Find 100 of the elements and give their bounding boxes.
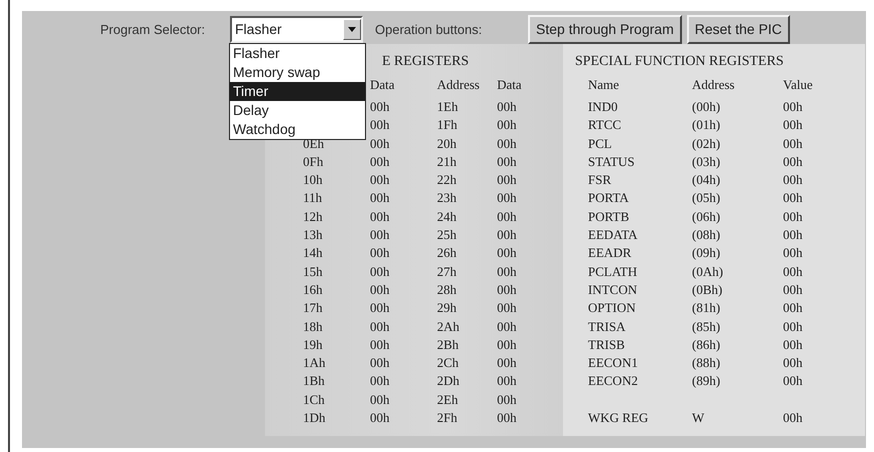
table-cell-text: 17h: [303, 299, 324, 318]
table-cell-text: PCL: [588, 134, 613, 153]
table-cell-text: 2Fh: [437, 409, 458, 428]
dropdown-option[interactable]: Timer: [230, 82, 365, 101]
table-cell-text: (08h): [692, 226, 722, 244]
table-cell-text: 00h: [783, 354, 804, 372]
table-cell-text: (03h): [692, 152, 722, 171]
dropdown-button[interactable]: [343, 19, 361, 40]
table-cell-text: 00h: [370, 336, 390, 354]
table-cell-text: FSR: [588, 171, 612, 190]
table-cell-text: 10h: [303, 171, 324, 190]
table-cell-text: 00h: [497, 152, 518, 171]
table-cell-text: 2Eh: [437, 390, 459, 409]
table-cell-text: 26h: [437, 244, 458, 262]
table-cell-text: 00h: [370, 318, 390, 336]
table-cell-text: 24h: [437, 208, 458, 226]
table-cell-text: WKG REG: [588, 409, 650, 428]
table-cell-text: 13h: [303, 226, 324, 244]
table-cell-text: 00h: [783, 244, 804, 262]
table-cell-text: 00h: [370, 116, 390, 134]
table-cell-text: (05h): [692, 189, 722, 208]
table-cell-text: 00h: [783, 134, 804, 153]
table-cell-text: 00h: [497, 372, 518, 390]
table-cell-text: (89h): [692, 372, 722, 390]
table-cell-text: RTCC: [588, 116, 622, 134]
table-cell-text: (0Bh): [692, 280, 724, 299]
table-cell-text: 00h: [783, 208, 804, 226]
table-cell-text: 00h: [370, 208, 390, 226]
operation-button[interactable]: Step through Program: [528, 15, 682, 44]
table-cell-text: 00h: [783, 189, 804, 208]
table-cell-text: 1Fh: [437, 116, 458, 134]
table-cell-text: 23h: [437, 189, 458, 208]
table-cell-text: 00h: [783, 171, 804, 190]
table-cell-text: 00h: [497, 354, 518, 372]
column-header: Data: [497, 76, 523, 94]
table-cell-text: EECON1: [588, 354, 639, 372]
table-cell-text: 11h: [303, 189, 324, 208]
table-cell-text: (0Ah): [692, 262, 724, 281]
table-cell-text: 00h: [370, 152, 390, 171]
table-cell-text: 2Dh: [437, 372, 460, 390]
table-cell-text: 00h: [370, 171, 390, 190]
table-cell-text: 1Dh: [303, 409, 326, 428]
table-cell-text: 2Ch: [437, 354, 460, 372]
table-cell-text: 00h: [783, 262, 804, 281]
table-cell-text: 00h: [783, 409, 804, 428]
table-cell-text: (85h): [692, 318, 722, 336]
table-cell-text: W: [692, 409, 706, 428]
table-cell-text: 29h: [437, 299, 458, 318]
table-cell-text: 16h: [303, 280, 324, 299]
table-cell-text: 00h: [370, 226, 390, 244]
table-cell-text: 00h: [783, 336, 804, 354]
table-cell-text: EECON2: [588, 372, 639, 390]
table-cell-text: 00h: [497, 336, 518, 354]
table-cell-text: 00h: [370, 354, 390, 372]
table-cell-text: 00h: [370, 372, 390, 390]
table-cell-text: 00h: [497, 208, 518, 226]
table-cell-text: 00h: [783, 98, 804, 116]
selector-label: Program Selector:: [99, 20, 205, 39]
table-cell-text: (09h): [692, 244, 722, 262]
table-cell-text: (06h): [692, 208, 722, 226]
column-header: Value: [783, 76, 814, 94]
table-cell-text: (86h): [692, 336, 722, 354]
table-cell-text: 00h: [783, 280, 804, 299]
table-cell-text: 12h: [303, 208, 324, 226]
panel-title: SPECIAL FUNCTION REGISTERS: [574, 53, 785, 71]
operation-button[interactable]: Reset the PIC: [686, 15, 790, 44]
dropdown-option[interactable]: Memory swap: [230, 63, 365, 82]
table-cell-text: 00h: [497, 390, 518, 409]
table-cell-text: 27h: [437, 262, 458, 281]
caret-icon: [348, 27, 356, 32]
table-cell-text: 00h: [783, 152, 804, 171]
table-cell-text: 00h: [497, 98, 518, 116]
table-cell-text: OPTION: [588, 299, 637, 318]
table-cell-text: 20h: [437, 134, 458, 153]
table-cell-text: 00h: [370, 98, 390, 116]
table-cell-text: 2Bh: [437, 336, 460, 354]
column-header: Name: [588, 76, 620, 94]
table-cell-text: (01h): [692, 116, 722, 134]
table-cell-text: TRISB: [588, 336, 626, 354]
table-cell-text: 18h: [303, 318, 324, 336]
table-cell-text: 00h: [370, 244, 390, 262]
table-cell-text: 00h: [370, 189, 390, 208]
table-cell-text: 00h: [497, 280, 518, 299]
dropdown-option[interactable]: Delay: [230, 101, 365, 120]
column-header: Address: [437, 76, 481, 94]
dropdown-option[interactable]: Flasher: [230, 44, 365, 63]
table-cell-text: (00h): [692, 98, 722, 116]
table-cell-text: 00h: [497, 299, 518, 318]
table-cell-text: 00h: [497, 171, 518, 190]
table-cell-text: (81h): [692, 299, 722, 318]
table-cell-text: 00h: [370, 262, 390, 281]
table-cell-text: INTCON: [588, 280, 638, 299]
table-cell-text: 00h: [497, 134, 518, 153]
dropdown-option[interactable]: Watchdog: [230, 120, 365, 139]
table-cell-text: 1Ch: [303, 390, 326, 409]
table-cell-text: 21h: [437, 152, 458, 171]
table-cell-text: STATUS: [588, 152, 636, 171]
table-cell-text: 00h: [783, 226, 804, 244]
table-cell-text: 00h: [497, 116, 518, 134]
column-header: Address: [692, 76, 736, 94]
